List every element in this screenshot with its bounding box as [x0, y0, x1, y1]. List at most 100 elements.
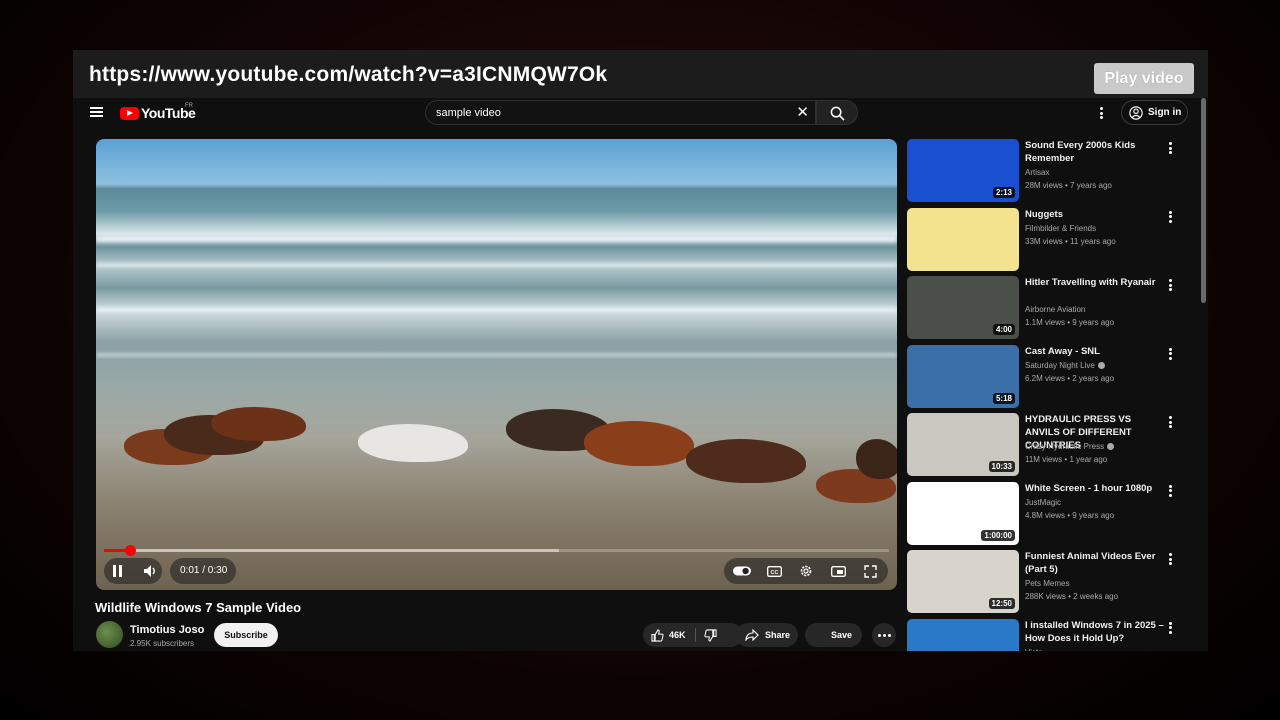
save-button[interactable]: Save	[805, 623, 862, 647]
captions-icon[interactable]: CC	[765, 562, 783, 580]
scene-horse	[856, 439, 897, 479]
video-player[interactable]: 0:01 / 0:30 CC	[96, 139, 897, 590]
svg-text:CC: CC	[770, 570, 778, 576]
recommendation-thumbnail[interactable]: 5:18	[907, 344, 1019, 408]
recommendation-title[interactable]: White Screen - 1 hour 1080p	[1025, 482, 1165, 495]
recommendation-item[interactable]: 12:50 Funniest Animal Videos Ever (Part 5…	[907, 550, 1197, 613]
recommendation-thumbnail[interactable]: 10:33	[907, 413, 1019, 476]
volume-icon[interactable]	[142, 562, 160, 580]
recommendation-title[interactable]: Sound Every 2000s Kids Remember	[1025, 139, 1165, 165]
recommendation-title[interactable]: Cast Away - SNL	[1025, 345, 1165, 358]
recommendation-meta: 11M views • 1 year ago	[1025, 455, 1108, 464]
scene-wave	[96, 263, 897, 267]
thumbs-down-icon	[703, 628, 717, 642]
menu-icon[interactable]	[90, 107, 103, 117]
more-vertical-icon[interactable]	[1169, 279, 1172, 293]
dislike-button[interactable]	[696, 628, 717, 642]
recommendation-item[interactable]: 10:33 HYDRAULIC PRESS VS ANVILS OF DIFFER…	[907, 413, 1197, 476]
search-button[interactable]	[816, 100, 858, 125]
play-video-button[interactable]: Play video	[1094, 63, 1194, 94]
duration-badge: 12:50	[988, 598, 1015, 609]
sign-in-button[interactable]: Sign in	[1121, 100, 1188, 125]
scene-horse	[584, 421, 694, 466]
autoplay-toggle-icon[interactable]	[733, 562, 751, 580]
recommendation-channel[interactable]: Crazy Hydraulic Press	[1025, 441, 1115, 452]
recommendation-channel[interactable]: Saturday Night Live	[1025, 360, 1105, 371]
progress-bar[interactable]	[104, 545, 889, 556]
duration-badge: 10:33	[988, 461, 1015, 472]
clear-icon[interactable]: ✕	[796, 104, 809, 121]
recommendation-title[interactable]: Hitler Travelling with Ryanair	[1025, 276, 1165, 289]
more-vertical-icon[interactable]	[1169, 484, 1172, 499]
recommendation-item[interactable]: 5:18 Cast Away - SNL Saturday Night Live 6.…	[907, 344, 1197, 408]
recommendation-meta: 288K views • 2 weeks ago	[1025, 592, 1119, 601]
theater-mode-icon[interactable]	[829, 562, 847, 580]
settings-menu-icon[interactable]	[1100, 107, 1103, 121]
youtube-play-icon	[120, 106, 139, 120]
recommendation-item[interactable]: 4:00 Hitler Travelling with Ryanair Airbor…	[907, 276, 1197, 339]
recommendation-title[interactable]: I installed Windows 7 in 2025 – How Does…	[1025, 619, 1165, 645]
share-icon	[745, 629, 759, 641]
recommendation-thumbnail[interactable]: 12:50	[907, 550, 1019, 613]
recommendation-thumbnail[interactable]: 4:00	[907, 276, 1019, 339]
recommendation-thumbnail[interactable]	[907, 618, 1019, 651]
video-title: Wildlife Windows 7 Sample Video	[95, 600, 302, 615]
progress-scrubber[interactable]	[124, 545, 136, 556]
recommendation-item[interactable]: Nuggets Filmbilder & Friends 33M views • 1…	[907, 207, 1197, 271]
more-vertical-icon[interactable]	[1169, 210, 1172, 225]
search-input[interactable]: sample video	[436, 107, 501, 119]
search-icon	[830, 106, 845, 121]
recommendation-meta: 4.8M views • 9 years ago	[1025, 510, 1115, 520]
recommendation-channel[interactable]: Pets Memes	[1025, 578, 1069, 589]
recommendation-item[interactable]: 1:00:00 White Screen - 1 hour 1080p JustMa…	[907, 481, 1197, 545]
subscribe-button[interactable]: Subscribe	[214, 623, 278, 647]
background: https://www.youtube.com/watch?v=a3ICNMQW…	[0, 0, 1280, 720]
more-vertical-icon[interactable]	[1169, 553, 1172, 567]
recommendation-meta: 28M views • 7 years ago	[1025, 181, 1112, 190]
youtube-header: YouTube FR sample video ✕ Sign in	[73, 98, 1208, 126]
pause-icon[interactable]	[108, 562, 126, 580]
recommendation-channel[interactable]: Artisax	[1025, 167, 1049, 178]
recommendation-meta: 33M views • 11 years ago	[1025, 236, 1116, 246]
recommendation-title[interactable]: Nuggets	[1025, 208, 1165, 221]
recommendation-item[interactable]: 2:13 Sound Every 2000s Kids Remember Artis…	[907, 139, 1197, 202]
recommendation-title[interactable]: Funniest Animal Videos Ever (Part 5)	[1025, 550, 1165, 576]
settings-gear-icon[interactable]	[797, 562, 815, 580]
duration-badge: 2:13	[992, 187, 1015, 198]
recommendation-item[interactable]: I installed Windows 7 in 2025 – How Does…	[907, 618, 1197, 652]
scene-wave	[96, 307, 897, 312]
more-vertical-icon[interactable]	[1169, 347, 1172, 362]
like-count: 46K	[669, 630, 686, 640]
sign-in-label: Sign in	[1148, 107, 1182, 118]
scene-horse	[686, 439, 806, 483]
duration-badge: 5:18	[992, 392, 1015, 404]
subscriber-count: 2.95K subscribers	[130, 639, 195, 648]
region-code: FR	[185, 103, 193, 109]
recommendation-channel[interactable]: JustMagic	[1025, 497, 1061, 508]
url-text: https://www.youtube.com/watch?v=a3ICNMQW…	[89, 63, 608, 86]
verified-icon	[1097, 361, 1105, 369]
fullscreen-icon[interactable]	[861, 562, 879, 580]
like-dislike-group: 46K	[643, 623, 743, 647]
channel-name[interactable]: Timotius Joso	[130, 624, 204, 636]
save-label: Save	[831, 630, 853, 640]
recommendation-channel[interactable]: Filmbilder & Friends	[1025, 223, 1096, 234]
verified-icon	[1107, 443, 1115, 450]
recommendation-thumbnail[interactable]: 2:13	[907, 139, 1019, 202]
search-box[interactable]: sample video ✕	[425, 100, 816, 125]
recommendation-channel[interactable]: Vista	[1025, 647, 1043, 652]
more-actions-button[interactable]	[872, 623, 896, 647]
page-scrollbar[interactable]	[1201, 98, 1206, 303]
share-label: Share	[765, 630, 791, 640]
like-button[interactable]: 46K	[643, 628, 686, 642]
recommendation-thumbnail[interactable]	[907, 207, 1019, 271]
more-vertical-icon[interactable]	[1169, 142, 1172, 156]
time-display: 0:01 / 0:30	[180, 565, 228, 576]
recommendation-thumbnail[interactable]: 1:00:00	[907, 481, 1019, 545]
more-vertical-icon[interactable]	[1169, 621, 1172, 636]
channel-avatar[interactable]	[96, 621, 123, 648]
share-button[interactable]: Share	[736, 623, 798, 647]
scene-horse	[211, 407, 306, 441]
more-vertical-icon[interactable]	[1169, 416, 1172, 430]
recommendation-channel[interactable]: Airborne Aviation	[1025, 304, 1085, 315]
